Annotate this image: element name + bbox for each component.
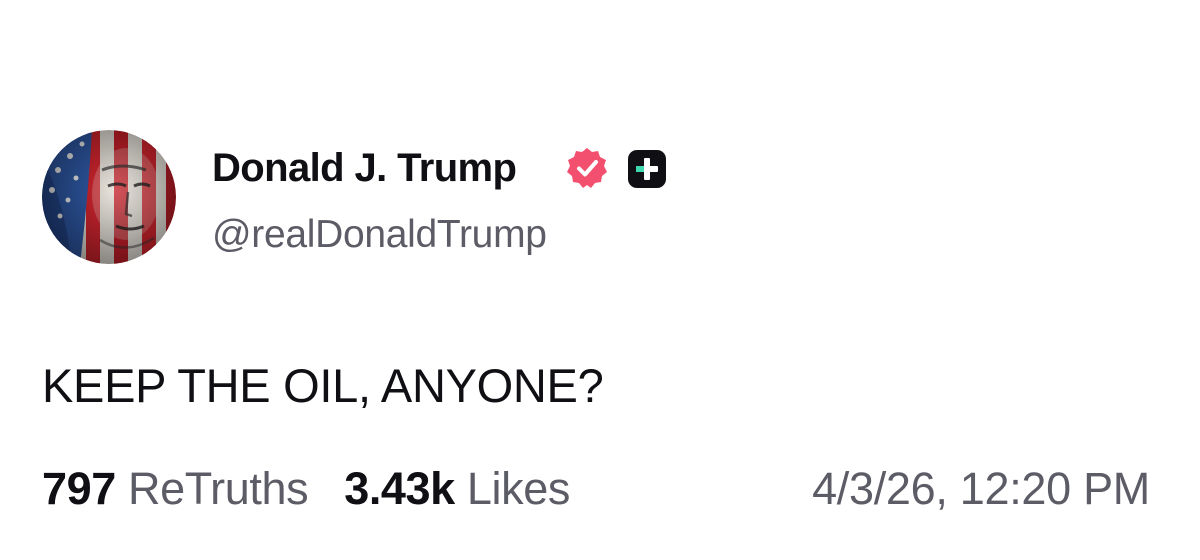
likes-stat[interactable]: 3.43k Likes (344, 462, 570, 516)
handle[interactable]: @realDonaldTrump (212, 212, 547, 258)
likes-count: 3.43k (344, 463, 455, 514)
post-card: Donald J. Trump @realDonaldTrump KEEP TH… (0, 0, 1200, 560)
verified-badge-icon (565, 146, 609, 190)
retruths-label: ReTruths (128, 463, 309, 514)
post-stats: 797 ReTruths 3.43k Likes (42, 462, 570, 516)
display-name[interactable]: Donald J. Trump (212, 145, 517, 191)
plus-badge-icon (628, 150, 666, 188)
avatar-image (42, 130, 176, 264)
retruths-stat[interactable]: 797 ReTruths (42, 462, 309, 516)
post-timestamp[interactable]: 4/3/26, 12:20 PM (812, 462, 1150, 516)
post-text: KEEP THE OIL, ANYONE? (42, 359, 604, 412)
likes-label: Likes (466, 463, 570, 514)
avatar[interactable] (42, 130, 176, 264)
retruths-count: 797 (42, 463, 116, 514)
